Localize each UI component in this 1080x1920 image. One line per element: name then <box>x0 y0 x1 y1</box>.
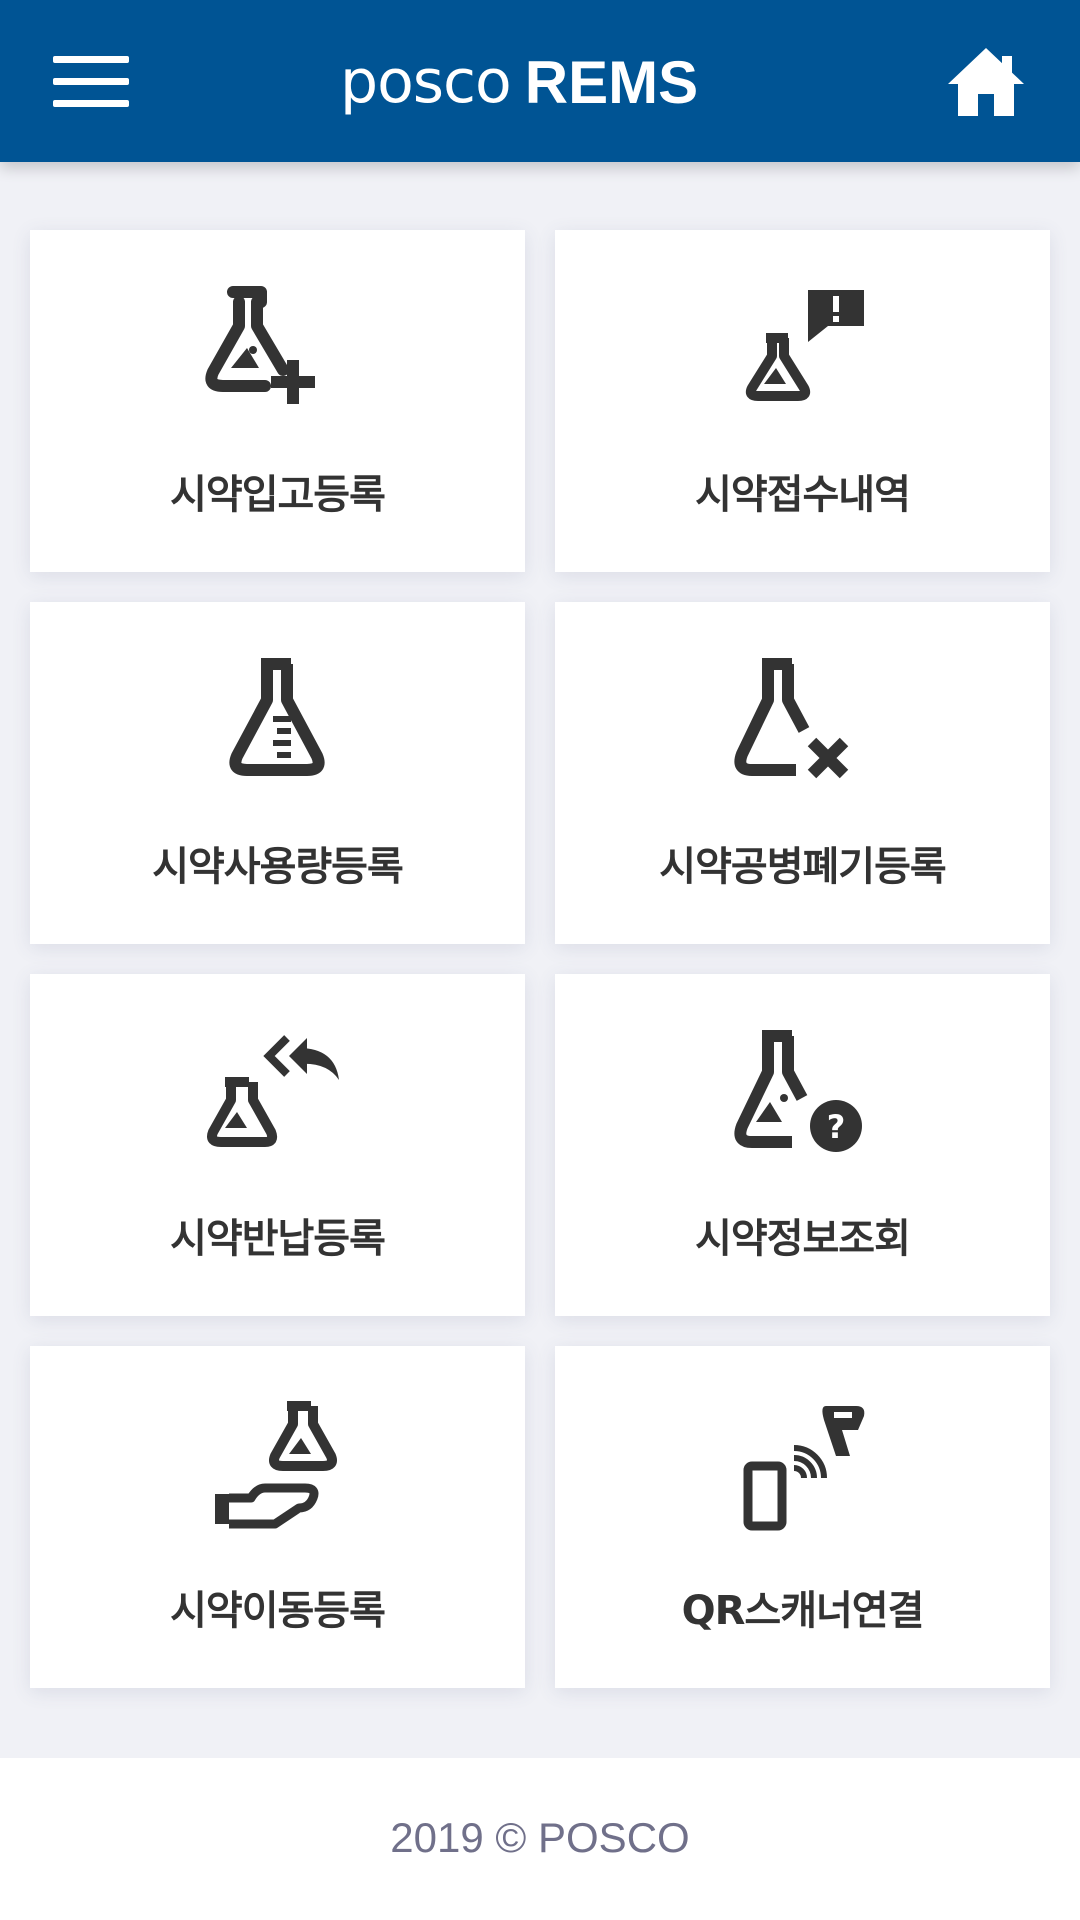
tile-reagent-info-search[interactable]: ? 시약정보조회 <box>555 974 1050 1316</box>
flask-plus-icon <box>204 286 315 404</box>
tile-reagent-receiving[interactable]: 시약입고등록 <box>30 230 525 572</box>
hamburger-menu-icon-line <box>53 78 129 85</box>
phone-scanner-icon <box>743 1406 864 1531</box>
tile-reagent-usage[interactable]: 시약사용량등록 <box>30 602 525 944</box>
hamburger-menu-icon <box>53 56 129 63</box>
tile-label: QR스캐너연결 <box>681 1588 925 1634</box>
flask-question-icon: ? <box>733 1030 862 1152</box>
svg-text:?: ? <box>826 1108 845 1146</box>
menu-button[interactable] <box>50 50 134 110</box>
hand-flask-icon <box>214 1401 337 1529</box>
tile-label: 시약반납등록 <box>170 1216 386 1262</box>
flask-close-icon <box>733 658 848 779</box>
tile-empty-bottle-disposal[interactable]: 시약공병폐기등록 <box>555 602 1050 944</box>
footer: 2019 © POSCO <box>0 1758 1080 1920</box>
flask-alert-message-icon <box>745 290 864 401</box>
tile-label: 시약이동등록 <box>170 1588 386 1634</box>
tile-label: 시약입고등록 <box>170 472 386 518</box>
app-name: REMS <box>524 48 699 116</box>
hamburger-menu-icon-line <box>53 100 129 107</box>
app-logo: posco REMS <box>340 42 698 122</box>
tile-reagent-receipt-history[interactable]: 시약접수내역 <box>555 230 1050 572</box>
tile-label: 시약접수내역 <box>695 472 911 518</box>
graduated-flask-icon <box>228 658 325 776</box>
tile-label: 시약정보조회 <box>695 1216 911 1262</box>
tile-label: 시약공병폐기등록 <box>659 844 946 890</box>
tile-reagent-transfer[interactable]: 시약이동등록 <box>30 1346 525 1688</box>
posco-logo: posco <box>340 47 512 117</box>
tile-label: 시약사용량등록 <box>152 844 404 890</box>
flask-return-icon <box>206 1035 339 1147</box>
home-icon <box>948 48 1024 116</box>
tile-qr-scanner-connect[interactable]: QR스캐너연결 <box>555 1346 1050 1688</box>
home-button[interactable] <box>946 44 1026 120</box>
tile-reagent-return[interactable]: 시약반납등록 <box>30 974 525 1316</box>
top-app-bar: posco REMS <box>0 0 1080 162</box>
copyright-text: 2019 © POSCO <box>390 1814 690 1861</box>
